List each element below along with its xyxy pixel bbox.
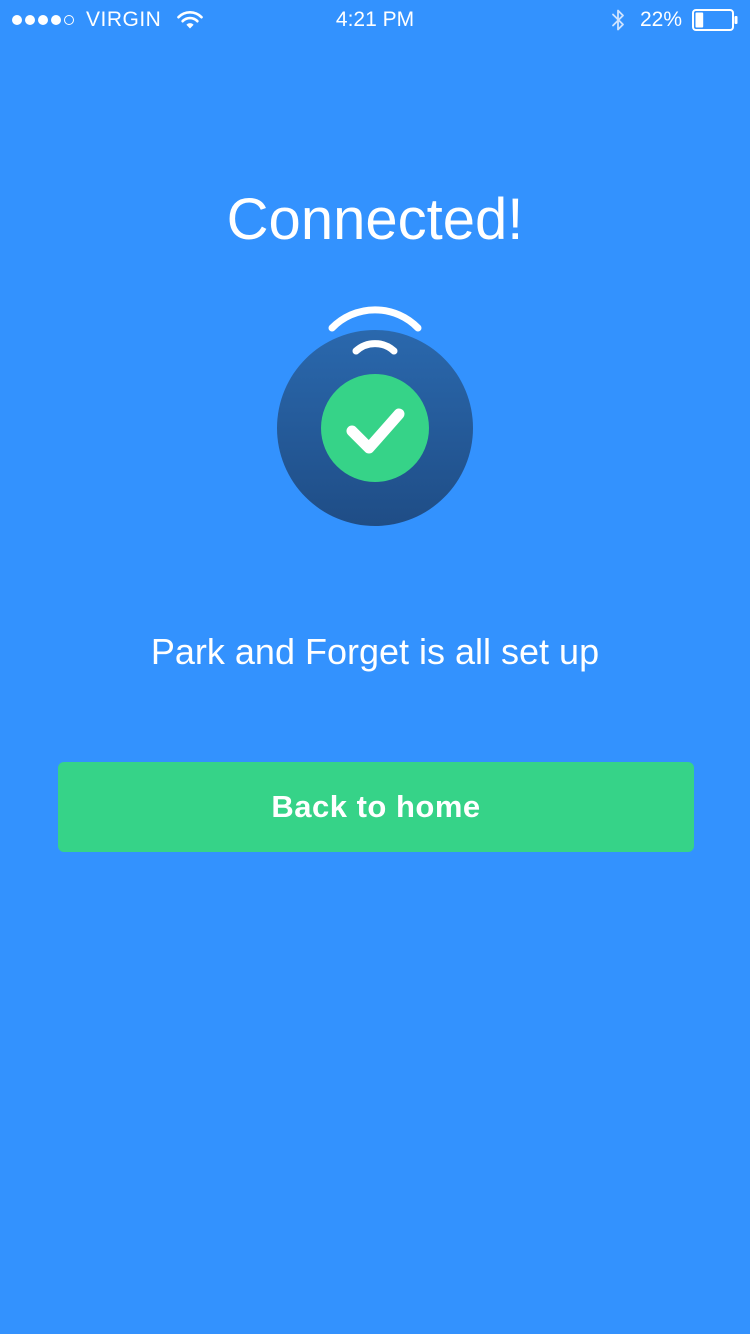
setup-complete-message: Park and Forget is all set up: [150, 631, 600, 672]
battery-fill: [695, 12, 704, 28]
connected-device-illustration: [277, 306, 473, 526]
status-bar: VIRGIN 4:21 PM 22%: [0, 0, 750, 40]
back-to-home-button[interactable]: Back to home: [58, 762, 694, 852]
page-title: Connected!: [226, 186, 524, 252]
battery-percent: 22%: [639, 8, 682, 31]
battery-icon: [692, 9, 738, 31]
status-right: 22%: [610, 7, 738, 33]
bluetooth-icon: [612, 9, 624, 31]
check-badge: [321, 374, 429, 482]
